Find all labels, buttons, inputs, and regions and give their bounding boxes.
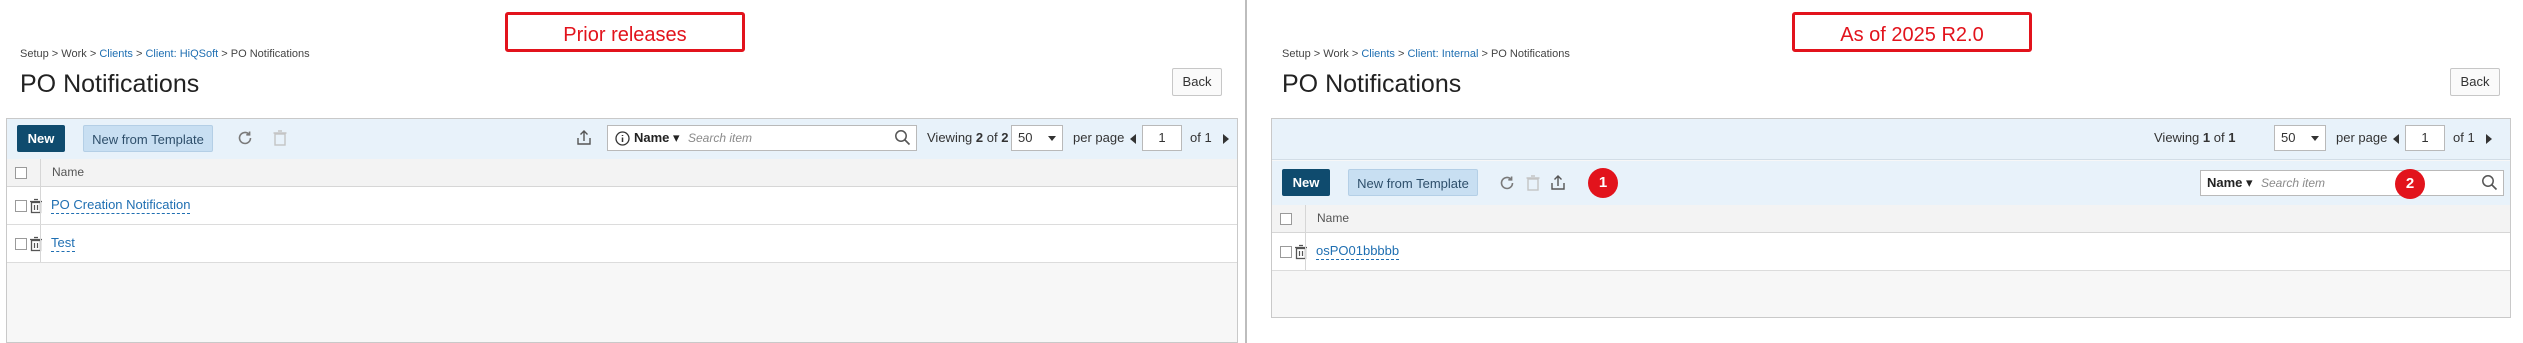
of-pages-label: of 1 <box>2453 130 2475 145</box>
page-title: PO Notifications <box>20 70 200 98</box>
page-number-input[interactable]: 1 <box>1142 125 1182 151</box>
refresh-icon[interactable] <box>234 127 256 149</box>
page-number-input[interactable]: 1 <box>2405 125 2445 151</box>
notifications-grid: New New from Template Name ▾ Search item <box>6 118 1238 343</box>
of-pages-label: of 1 <box>1190 130 1212 145</box>
breadcrumb-setup[interactable]: Setup <box>1282 48 1311 60</box>
search-icon[interactable] <box>894 129 911 151</box>
column-name[interactable]: Name <box>52 159 84 186</box>
breadcrumb-client[interactable]: Client: HiQSoft <box>145 48 218 60</box>
export-icon[interactable] <box>573 127 595 149</box>
pager-bar: Viewing 1 of 1 50 per page 1 of 1 <box>1272 119 2510 160</box>
search-box: Name ▾ Search item <box>2200 170 2504 196</box>
viewing-summary: Viewing 2 of 2 <box>927 125 1008 151</box>
refresh-icon[interactable] <box>1496 172 1518 194</box>
prior-releases-panel: Prior releases Setup > Work > Clients > … <box>0 0 1247 343</box>
select-all-checkbox[interactable] <box>15 167 27 179</box>
row-name-link[interactable]: osPO01bbbbb <box>1316 243 1400 260</box>
table-row: osPO01bbbbb <box>1272 233 2510 271</box>
page-size-value: 50 <box>2281 130 2296 145</box>
breadcrumb-work[interactable]: Work <box>1323 48 1348 60</box>
column-divider <box>40 159 41 186</box>
chevron-down-icon: ▾ <box>673 130 680 145</box>
breadcrumb: Setup > Work > Clients > Client: HiQSoft… <box>20 48 310 60</box>
per-page-label: per page <box>2336 130 2388 145</box>
trash-icon[interactable] <box>1290 241 1312 263</box>
viewing-count: 1 <box>2202 130 2211 145</box>
viewing-of: of <box>2213 130 2225 145</box>
breadcrumb-clients[interactable]: Clients <box>1361 48 1395 60</box>
column-divider <box>40 225 41 262</box>
notifications-grid: Viewing 1 of 1 50 per page 1 of 1 New Ne… <box>1271 118 2511 318</box>
viewing-count: 2 <box>975 130 984 145</box>
breadcrumb-current: PO Notifications <box>230 48 310 60</box>
column-name[interactable]: Name <box>1317 205 1349 232</box>
select-all-checkbox[interactable] <box>1280 213 1292 225</box>
breadcrumb: Setup > Work > Clients > Client: Interna… <box>1282 48 1570 60</box>
grid-toolbar: New New from Template Name ▾ Search item <box>7 119 1237 160</box>
search-box: Name ▾ Search item <box>607 125 917 151</box>
current-release-callout: As of 2025 R2.0 <box>1792 12 2032 52</box>
chevron-left-icon[interactable] <box>2393 134 2399 144</box>
info-icon <box>611 127 633 149</box>
export-icon[interactable] <box>1547 172 1569 194</box>
search-icon[interactable] <box>2481 174 2498 196</box>
prior-releases-callout: Prior releases <box>505 12 745 52</box>
table-header: Name <box>7 159 1237 187</box>
search-field-select[interactable]: Name ▾ <box>634 126 680 150</box>
back-button[interactable]: Back <box>1172 68 1222 96</box>
new-from-template-button[interactable]: New from Template <box>83 125 213 152</box>
callout-badge-2: 2 <box>2395 169 2425 199</box>
breadcrumb-client[interactable]: Client: Internal <box>1407 48 1478 60</box>
column-divider <box>1305 233 1306 270</box>
row-name-link[interactable]: Test <box>51 235 75 252</box>
viewing-summary: Viewing 1 of 1 <box>2154 125 2235 151</box>
grid-toolbar: New New from Template 1 Name ▾ Search it… <box>1272 161 2510 206</box>
column-divider <box>40 187 41 224</box>
search-field-select[interactable]: Name ▾ <box>2207 171 2253 195</box>
table-row: PO Creation Notification <box>7 187 1237 225</box>
breadcrumb-setup[interactable]: Setup <box>20 48 49 60</box>
table-row: Test <box>7 225 1237 263</box>
viewing-of: of <box>986 130 998 145</box>
viewing-prefix: Viewing <box>2154 130 2200 145</box>
trash-icon[interactable] <box>269 127 291 149</box>
per-page-label: per page <box>1073 130 1125 145</box>
trash-icon[interactable] <box>1522 172 1544 194</box>
new-button[interactable]: New <box>17 125 65 152</box>
chevron-right-icon[interactable] <box>1223 134 1229 144</box>
chevron-down-icon <box>2311 136 2319 141</box>
trash-icon[interactable] <box>25 195 47 217</box>
new-button[interactable]: New <box>1282 169 1330 196</box>
page-size-value: 50 <box>1018 130 1033 145</box>
breadcrumb-work[interactable]: Work <box>61 48 86 60</box>
page-size-select[interactable]: 50 <box>1011 125 1063 151</box>
chevron-left-icon[interactable] <box>1130 134 1136 144</box>
callout-badge-1: 1 <box>1588 168 1618 198</box>
viewing-total: 1 <box>2228 130 2236 145</box>
trash-icon[interactable] <box>25 233 47 255</box>
viewing-prefix: Viewing <box>927 130 973 145</box>
search-input[interactable]: Search item <box>2261 171 2325 195</box>
breadcrumb-current: PO Notifications <box>1490 48 1570 60</box>
chevron-right-icon[interactable] <box>2486 134 2492 144</box>
page-size-select[interactable]: 50 <box>2274 125 2326 151</box>
chevron-down-icon <box>1048 136 1056 141</box>
table-header: Name <box>1272 205 2510 233</box>
new-from-template-button[interactable]: New from Template <box>1348 169 1478 196</box>
column-divider <box>1305 205 1306 232</box>
viewing-total: 2 <box>1001 130 1009 145</box>
row-name-link[interactable]: PO Creation Notification <box>51 197 191 214</box>
search-field-label: Name <box>2207 175 2243 190</box>
search-field-label: Name <box>634 130 670 145</box>
chevron-down-icon: ▾ <box>2246 175 2253 190</box>
breadcrumb-clients[interactable]: Clients <box>99 48 133 60</box>
page-title: PO Notifications <box>1282 70 1462 98</box>
back-button[interactable]: Back <box>2450 68 2500 96</box>
search-input[interactable]: Search item <box>688 126 752 150</box>
current-release-panel: As of 2025 R2.0 Setup > Work > Clients >… <box>1262 0 2523 343</box>
